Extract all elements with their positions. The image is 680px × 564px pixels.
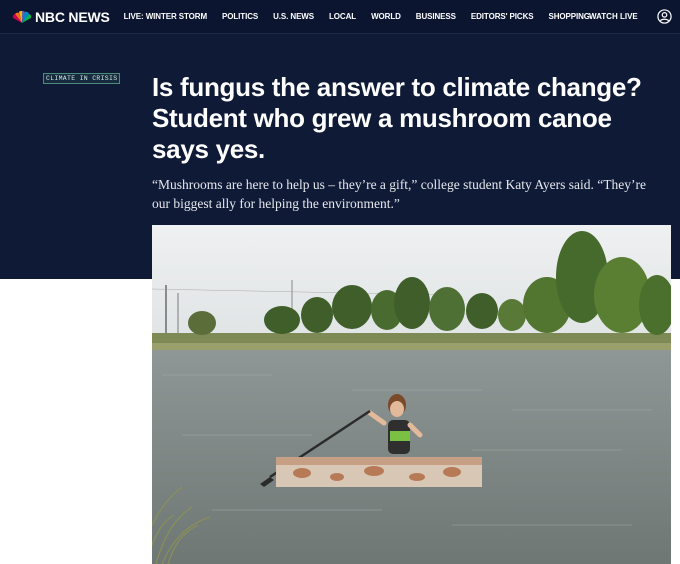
nbc-news-logo[interactable]: NBC NEWS bbox=[12, 0, 110, 34]
brand-name: NBC NEWS bbox=[35, 8, 110, 25]
nav-item-editors-picks[interactable]: EDITORS' PICKS bbox=[471, 12, 534, 21]
user-circle-icon[interactable] bbox=[657, 9, 672, 24]
nav-item-live-winter-storm[interactable]: LIVE: WINTER STORM bbox=[124, 12, 207, 21]
nav-item-world[interactable]: WORLD bbox=[371, 12, 401, 21]
nbc-peacock-icon bbox=[12, 10, 32, 23]
nav-item-business[interactable]: BUSINESS bbox=[416, 12, 456, 21]
nav-item-local[interactable]: LOCAL bbox=[329, 12, 356, 21]
section-nav: LIVE: WINTER STORM POLITICS U.S. NEWS LO… bbox=[124, 12, 605, 21]
article-headline: Is fungus the answer to climate change? … bbox=[152, 72, 642, 164]
category-tag[interactable]: CLIMATE IN CRISIS bbox=[43, 73, 121, 84]
nav-item-us-news[interactable]: U.S. NEWS bbox=[273, 12, 314, 21]
nav-item-shopping[interactable]: SHOPPING bbox=[548, 12, 590, 21]
article-dek: “Mushrooms are here to help us – they’re… bbox=[152, 177, 646, 211]
watch-live-link[interactable]: WATCH LIVE bbox=[589, 12, 638, 21]
lead-photo bbox=[152, 225, 671, 564]
top-navigation: NBC NEWS LIVE: WINTER STORM POLITICS U.S… bbox=[0, 0, 680, 34]
nav-item-politics[interactable]: POLITICS bbox=[222, 12, 258, 21]
